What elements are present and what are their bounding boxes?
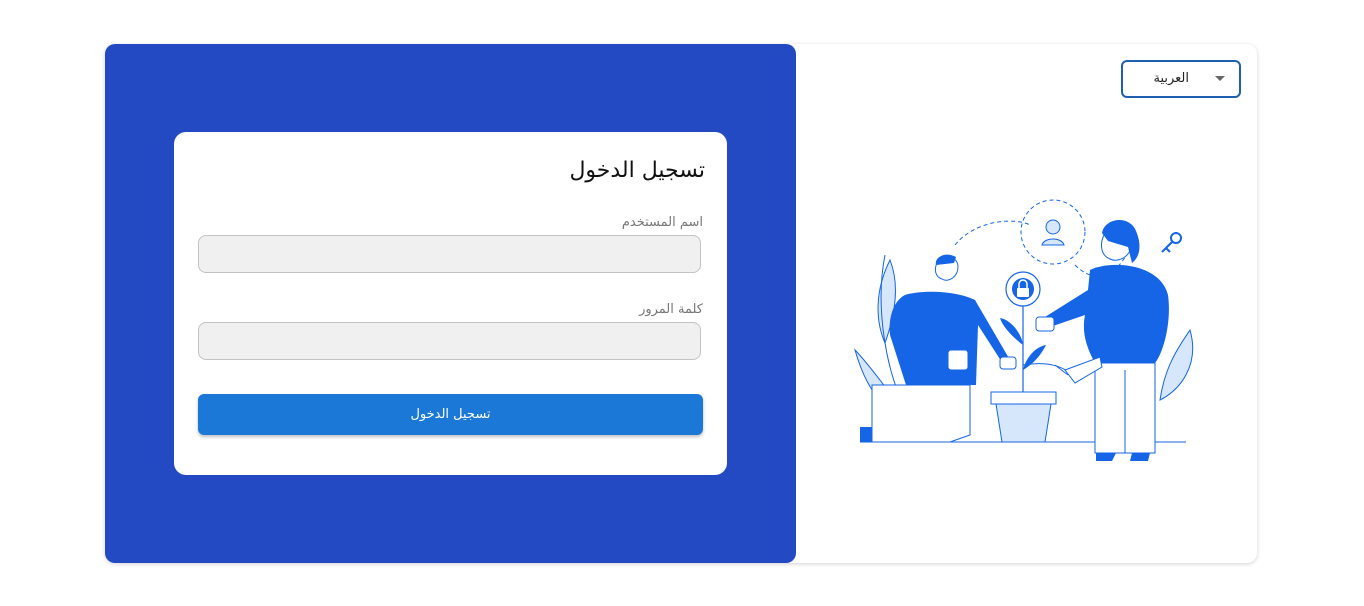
chevron-down-icon bbox=[1215, 76, 1225, 81]
language-select[interactable]: العربية bbox=[1121, 60, 1241, 98]
person-right-illustration bbox=[1035, 219, 1169, 461]
password-label: كلمة المرور bbox=[639, 302, 703, 317]
login-card: تسجيل الدخول اسم المستخدم كلمة المرور تس… bbox=[174, 132, 727, 475]
lock-icon bbox=[1005, 271, 1041, 307]
key-icon bbox=[1161, 232, 1182, 253]
username-label: اسم المستخدم bbox=[621, 215, 703, 230]
login-illustration bbox=[853, 199, 1194, 461]
login-button[interactable]: تسجيل الدخول bbox=[198, 394, 703, 435]
language-select-value: العربية bbox=[1153, 71, 1189, 86]
password-field[interactable] bbox=[198, 322, 701, 360]
leaf-decoration-right-icon bbox=[1159, 328, 1194, 401]
page-title: تسجيل الدخول bbox=[569, 158, 705, 183]
username-field[interactable] bbox=[198, 235, 701, 273]
